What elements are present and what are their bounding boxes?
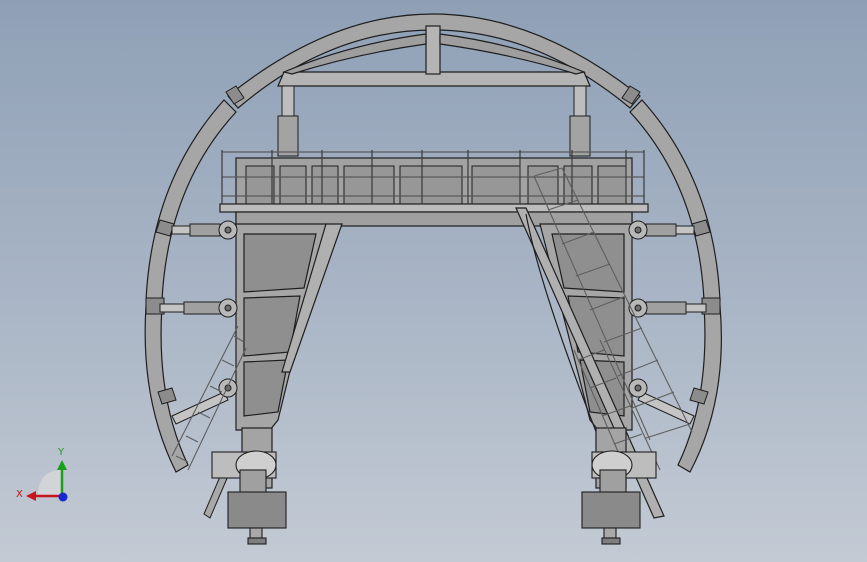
cad-viewport[interactable]: X Y — [0, 0, 867, 562]
left-bogie — [211, 450, 287, 545]
coordinate-triad: X Y — [16, 447, 68, 502]
left-ladder — [171, 325, 247, 471]
ring-right-lower-segment — [677, 305, 722, 473]
left-diagonal-brace — [203, 471, 229, 519]
crown-truss — [277, 25, 591, 87]
crown-jacks — [277, 85, 591, 157]
ring-left-lower-segment — [144, 305, 189, 473]
triad-x-label: X — [16, 489, 23, 500]
triad-plane-icon — [38, 470, 62, 496]
platform-deck — [219, 203, 649, 213]
ring-stiffeners — [145, 85, 721, 405]
triad-y-label: Y — [57, 447, 65, 458]
